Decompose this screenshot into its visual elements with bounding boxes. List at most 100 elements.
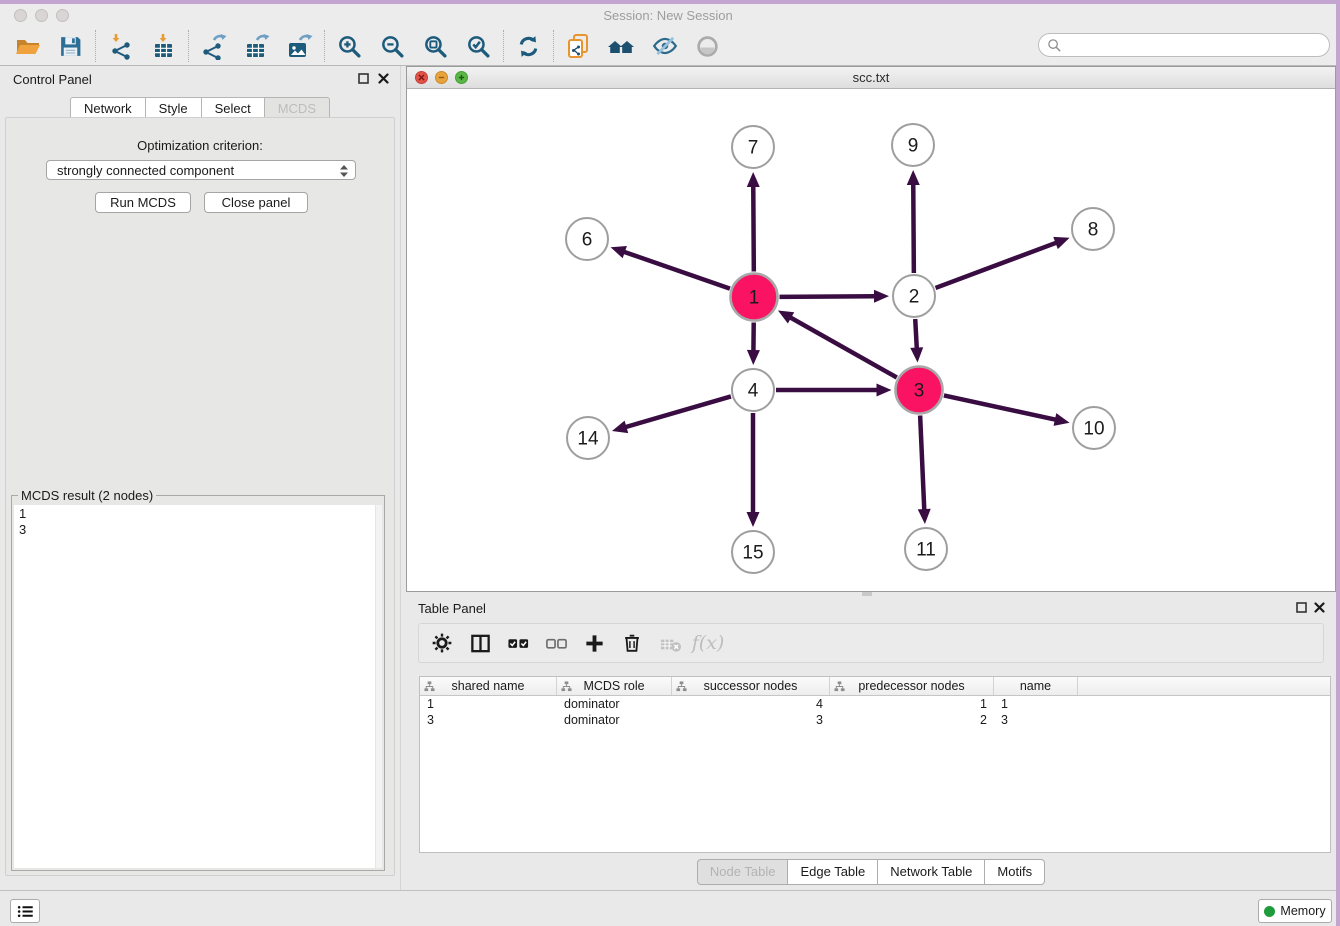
- export-table-icon[interactable]: [235, 29, 278, 63]
- graph-edge-2-9[interactable]: [907, 170, 920, 273]
- graph-edge-1-4[interactable]: [747, 322, 760, 365]
- main-toolbar: [0, 27, 1336, 66]
- network-canvas[interactable]: 7 9 6 8 1 2 4 3 14 10 15 11: [407, 89, 1335, 591]
- graph-node-15[interactable]: 15: [732, 531, 774, 573]
- delete-row-icon[interactable]: [613, 626, 651, 660]
- graph-node-7[interactable]: 7: [732, 126, 774, 168]
- table-cell[interactable]: 2: [830, 713, 994, 727]
- run-mcds-button[interactable]: Run MCDS: [95, 192, 191, 213]
- criterion-selected-value: strongly connected component: [57, 163, 234, 178]
- window-titlebar: Session: New Session: [0, 4, 1336, 27]
- graph-node-3[interactable]: 3: [896, 367, 943, 414]
- column-type-icon: [561, 681, 572, 692]
- table-tab-edge-table[interactable]: Edge Table: [788, 859, 878, 885]
- close-panel-button[interactable]: Close panel: [204, 192, 308, 213]
- close-panel-icon[interactable]: [377, 72, 390, 85]
- status-bar: Memory: [0, 890, 1336, 926]
- graph-edge-4-15[interactable]: [747, 413, 760, 527]
- graph-edge-3-11[interactable]: [918, 415, 931, 524]
- zoom-selected-icon[interactable]: [457, 29, 500, 63]
- graph-node-4[interactable]: 4: [732, 369, 774, 411]
- graph-edge-1-2[interactable]: [779, 290, 889, 303]
- result-scrollbar[interactable]: [375, 505, 382, 868]
- graph-edge-1-7[interactable]: [747, 172, 760, 272]
- column-header-successor-nodes[interactable]: successor nodes: [672, 677, 830, 695]
- import-network-icon[interactable]: [99, 29, 142, 63]
- deselect-all-checkboxes-icon[interactable]: [537, 626, 575, 660]
- graph-edge-1-6[interactable]: [611, 246, 730, 289]
- table-cell[interactable]: 3: [672, 713, 830, 727]
- graph-edge-3-1[interactable]: [778, 311, 897, 378]
- graph-edge-4-3[interactable]: [776, 384, 892, 397]
- table-cell[interactable]: 1: [994, 697, 1078, 711]
- table-row[interactable]: 3dominator323: [420, 712, 1330, 728]
- save-session-icon[interactable]: [49, 29, 92, 63]
- criterion-select[interactable]: strongly connected component: [46, 160, 356, 180]
- delete-table-icon[interactable]: [651, 626, 689, 660]
- table-tab-motifs[interactable]: Motifs: [985, 859, 1045, 885]
- table-tab-network-table[interactable]: Network Table: [878, 859, 985, 885]
- table-tab-node-table[interactable]: Node Table: [697, 859, 789, 885]
- task-list-icon: [17, 904, 34, 919]
- mcds-result-group: MCDS result (2 nodes) 13: [11, 495, 385, 871]
- clone-network-icon[interactable]: [557, 29, 600, 63]
- graph-node-8[interactable]: 8: [1072, 208, 1114, 250]
- graph-node-11[interactable]: 11: [905, 528, 947, 570]
- zoom-in-icon[interactable]: [328, 29, 371, 63]
- import-table-icon[interactable]: [142, 29, 185, 63]
- refresh-layout-icon[interactable]: [507, 29, 550, 63]
- graph-edge-3-10[interactable]: [944, 395, 1070, 425]
- table-cell[interactable]: dominator: [557, 697, 672, 711]
- graph-node-1[interactable]: 1: [731, 274, 778, 321]
- graph-node-6[interactable]: 6: [566, 218, 608, 260]
- float-panel-icon[interactable]: [357, 72, 370, 85]
- table-panel-tabs: Node TableEdge TableNetwork TableMotifs: [406, 859, 1336, 885]
- table-row[interactable]: 1dominator411: [420, 696, 1330, 712]
- column-type-icon: [834, 681, 845, 692]
- table-cell[interactable]: 3: [994, 713, 1078, 727]
- column-header-name[interactable]: name: [994, 677, 1078, 695]
- export-image-icon[interactable]: [278, 29, 321, 63]
- svg-text:15: 15: [742, 543, 763, 564]
- graph-node-10[interactable]: 10: [1073, 407, 1115, 449]
- column-header-shared-name[interactable]: shared name: [420, 677, 557, 695]
- table-float-panel-icon[interactable]: [1295, 601, 1308, 614]
- column-header-mcds-role[interactable]: MCDS role: [557, 677, 672, 695]
- hide-panels-icon[interactable]: [643, 29, 686, 63]
- add-row-icon[interactable]: [575, 626, 613, 660]
- svg-text:4: 4: [748, 381, 759, 402]
- node-table-body: 1dominator4113dominator323: [420, 696, 1330, 728]
- open-session-icon[interactable]: [6, 29, 49, 63]
- table-cell[interactable]: 3: [420, 713, 557, 727]
- svg-text:7: 7: [748, 138, 759, 159]
- table-cell[interactable]: 1: [830, 697, 994, 711]
- graph-node-14[interactable]: 14: [567, 417, 609, 459]
- graph-node-9[interactable]: 9: [892, 124, 934, 166]
- table-cell[interactable]: 4: [672, 697, 830, 711]
- memory-button[interactable]: Memory: [1258, 899, 1332, 923]
- table-cell[interactable]: 1: [420, 697, 557, 711]
- svg-text:8: 8: [1088, 220, 1099, 241]
- settings-gear-icon[interactable]: [423, 626, 461, 660]
- home-view-icon[interactable]: [600, 29, 643, 63]
- mcds-result-list[interactable]: 13: [14, 505, 382, 868]
- show-panels-icon[interactable]: [686, 29, 729, 63]
- graph-edge-4-14[interactable]: [612, 396, 731, 433]
- table-toolbar: f(x): [418, 623, 1324, 663]
- table-cell[interactable]: dominator: [557, 713, 672, 727]
- split-view-icon[interactable]: [461, 626, 499, 660]
- function-builder-icon[interactable]: f(x): [689, 626, 727, 660]
- export-network-icon[interactable]: [192, 29, 235, 63]
- select-all-checkboxes-icon[interactable]: [499, 626, 537, 660]
- table-close-panel-icon[interactable]: [1313, 601, 1326, 614]
- network-window-titlebar[interactable]: scc.txt: [407, 67, 1335, 89]
- zoom-fit-icon[interactable]: [414, 29, 457, 63]
- node-table-header: shared nameMCDS rolesuccessor nodesprede…: [420, 677, 1330, 696]
- column-header-predecessor-nodes[interactable]: predecessor nodes: [830, 677, 994, 695]
- graph-node-2[interactable]: 2: [893, 275, 935, 317]
- search-input[interactable]: [1038, 33, 1330, 57]
- zoom-out-icon[interactable]: [371, 29, 414, 63]
- graph-edge-2-3[interactable]: [910, 319, 923, 363]
- task-history-button[interactable]: [10, 899, 40, 923]
- graph-edge-2-8[interactable]: [936, 237, 1070, 288]
